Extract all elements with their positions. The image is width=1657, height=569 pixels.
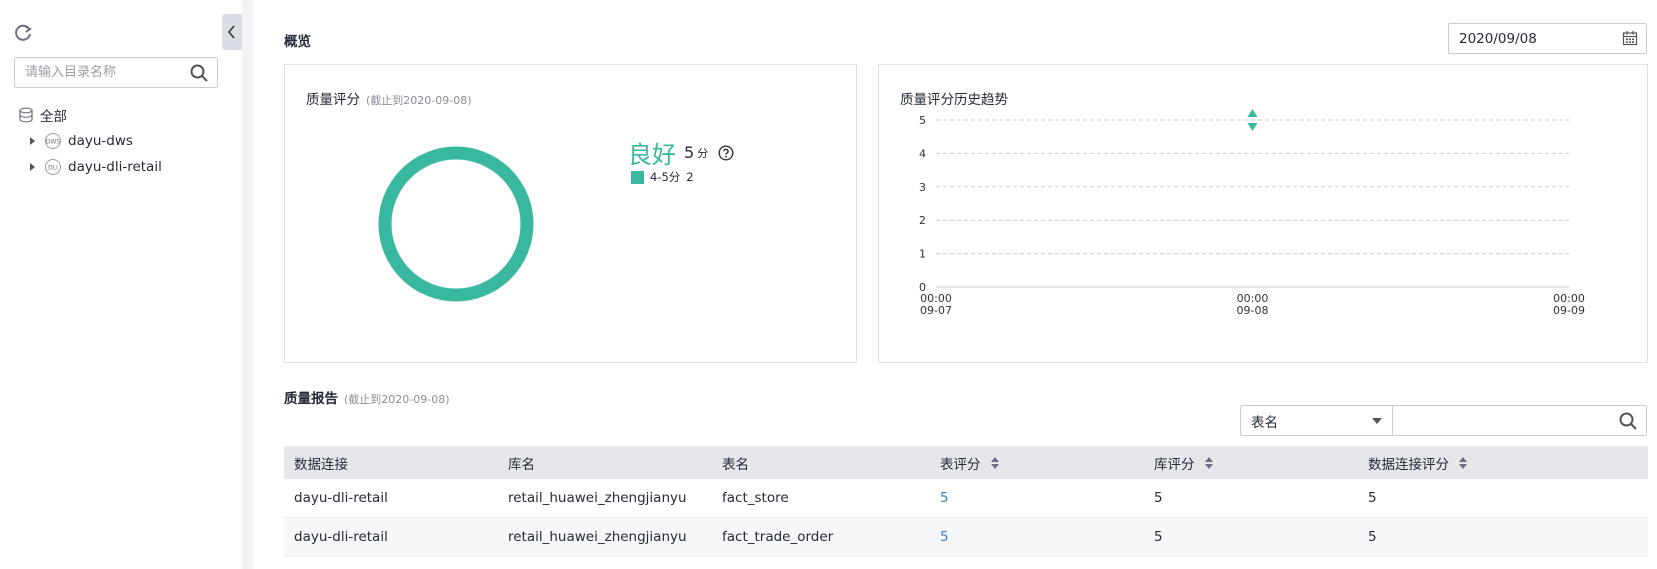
column-header: 数据连接 [294,456,348,473]
dws-icon: DWS [45,133,61,149]
tree-node-label: dayu-dli-retail [68,159,162,175]
refresh-icon[interactable] [12,22,34,44]
cell-connection-score: 5 [1368,490,1377,506]
report-title: 质量报告 (截止到2020-09-08) [284,391,450,407]
catalog-tree: 全部 DWS dayu-dws DLI dayu-dli-retail [18,102,162,180]
column-header: 表名 [722,456,749,473]
sidebar-divider [242,0,253,569]
page-title: 概览 [284,34,311,50]
cell-db-score: 5 [1154,529,1163,545]
sort-icon[interactable] [1459,456,1467,469]
sidebar: 全部 DWS dayu-dws DLI dayu-dli-retail [0,0,230,569]
cell-table-score-link[interactable]: 5 [930,529,1144,545]
cell-database: retail_huawei_zhengjianyu [508,529,687,545]
cell-db-score: 5 [1154,490,1163,506]
report-subtitle: (截止到2020-09-08) [344,393,450,406]
cell-table: fact_store [722,490,789,506]
y-tick-label: 4 [919,147,926,160]
svg-text:DLI: DLI [48,165,58,172]
filter-search-input[interactable] [1393,406,1646,435]
date-value: 2020/09/08 [1459,30,1537,47]
database-icon [19,107,33,123]
y-tick-label: 1 [919,248,926,261]
table-row: dayu-dli-retail retail_huawei_zhengjiany… [284,479,1648,518]
date-picker[interactable]: 2020/09/08 [1448,23,1647,54]
trend-chart: 01234500:0009-0700:0009-0800:0009-09 [919,109,1585,317]
y-tick-label: 3 [919,181,926,194]
x-tick-date: 09-08 [1237,304,1269,317]
tree-node-dayu-dws[interactable]: DWS dayu-dws [18,128,162,154]
tree-node-root-label: 全部 [40,109,67,125]
sort-icon[interactable] [1204,456,1213,469]
search-icon[interactable] [189,63,209,83]
cell-connection-score: 5 [1368,529,1377,545]
quality-trend-card: 质量评分历史趋势 0 1 2 3 4 5 00:00 09-07 00:00 09-08 00:00… [878,64,1648,363]
filter-field-select[interactable]: 表名 [1241,406,1393,435]
sort-icon[interactable] [990,456,999,469]
dli-icon: DLI [45,159,61,175]
chevron-left-icon [227,25,235,39]
grade-score: 5 [684,143,695,162]
data-point-marker-down[interactable] [1247,123,1258,131]
report-filter: 表名 [1240,405,1647,436]
expand-caret-icon[interactable] [30,163,35,171]
table-row: dayu-dli-retail retail_huawei_zhengjiany… [284,518,1648,557]
y-tick-label: 5 [919,114,926,127]
expand-caret-icon[interactable] [30,137,35,145]
table-header: 数据连接 库名 表名 表评分 库评分 数据连接评分 [284,446,1648,479]
quality-report-table: 数据连接 库名 表名 表评分 库评分 数据连接评分 dayu-dli-retai… [284,446,1648,557]
dropdown-arrow-icon [1372,418,1382,424]
column-header-sortable[interactable]: 数据连接评分 [1358,453,1648,473]
legend-count: 2 [686,170,694,184]
x-tick-date: 09-07 [920,304,952,317]
quality-score-card: 质量评分 (截止到2020-09-08) 良好 5 分 4-5分 2 [284,64,857,363]
grade-summary: 良好 5 分 [628,135,734,170]
tree-node-root[interactable]: 全部 [18,102,162,128]
search-icon[interactable] [1618,411,1638,431]
y-tick-label: 2 [919,214,926,227]
donut-ring-4-5[interactable] [378,146,534,302]
cell-database: retail_huawei_zhengjianyu [508,490,687,506]
sidebar-collapse-button[interactable] [222,14,242,50]
tree-node-label: dayu-dws [68,133,133,149]
cell-connection: dayu-dli-retail [294,490,388,506]
cell-connection: dayu-dli-retail [294,529,388,545]
question-circle-icon[interactable] [718,144,734,161]
data-point-marker-up[interactable] [1247,109,1258,117]
column-header-sortable[interactable]: 库评分 [1144,453,1358,473]
calendar-icon[interactable] [1622,30,1638,46]
cell-table: fact_trade_order [722,529,834,545]
column-header-sortable[interactable]: 表评分 [930,453,1144,473]
catalog-search-input[interactable] [15,58,185,87]
column-header: 库名 [508,456,535,473]
x-tick-date: 09-09 [1553,304,1585,317]
cell-table-score-link[interactable]: 5 [930,490,1144,506]
grade-word: 良好 [628,141,676,169]
main-content: 概览 2020/09/08 质量评分 (截止到2020-09-08) 良好 5 分 [253,0,1657,569]
svg-text:DWS: DWS [46,139,61,146]
legend-item[interactable]: 4-5分 2 [631,169,694,185]
legend-swatch [631,170,644,184]
legend-label: 4-5分 [650,170,681,184]
grade-unit: 分 [697,146,709,160]
tree-node-dayu-dli-retail[interactable]: DLI dayu-dli-retail [18,154,162,180]
catalog-search[interactable] [14,57,218,88]
score-donut-chart [378,146,534,302]
